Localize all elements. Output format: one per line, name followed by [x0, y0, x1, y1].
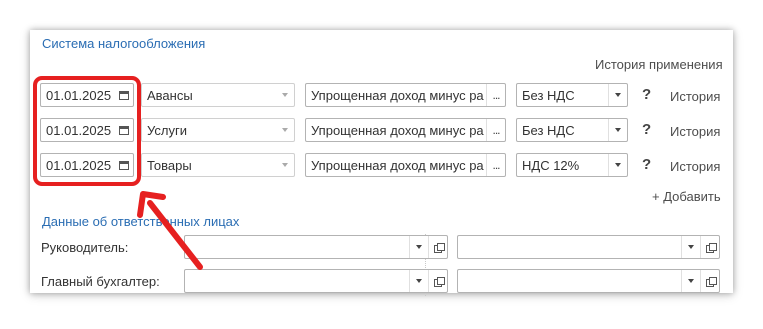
annotation-arrow — [137, 191, 203, 270]
